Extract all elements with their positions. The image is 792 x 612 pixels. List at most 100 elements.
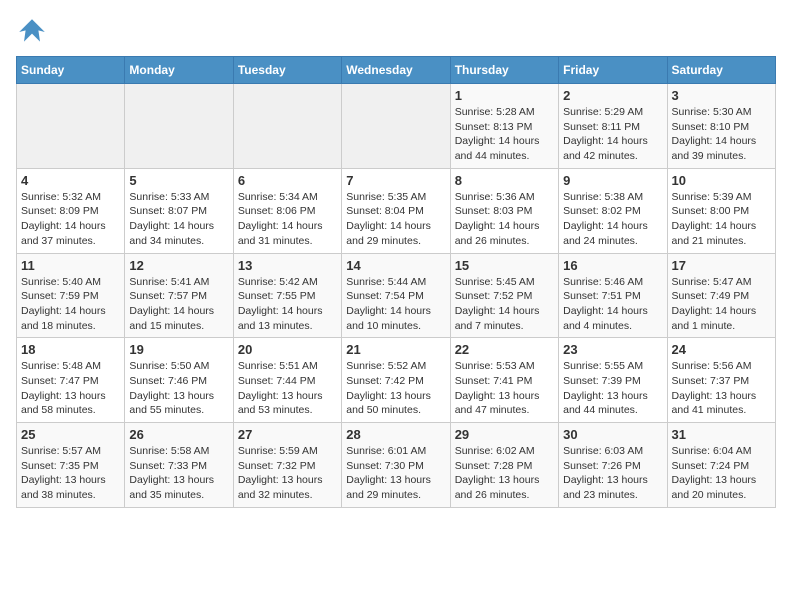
day-number: 30 [563, 427, 662, 442]
day-info: Sunrise: 5:59 AM Sunset: 7:32 PM Dayligh… [238, 444, 337, 503]
calendar-cell [125, 84, 233, 169]
day-info: Sunrise: 5:58 AM Sunset: 7:33 PM Dayligh… [129, 444, 228, 503]
calendar-cell: 9 Sunrise: 5:38 AM Sunset: 8:02 PM Daylig… [559, 168, 667, 253]
day-info: Sunrise: 6:03 AM Sunset: 7:26 PM Dayligh… [563, 444, 662, 503]
day-number: 11 [21, 258, 120, 273]
day-info: Sunrise: 5:51 AM Sunset: 7:44 PM Dayligh… [238, 359, 337, 418]
calendar-cell: 30 Sunrise: 6:03 AM Sunset: 7:26 PM Dayli… [559, 423, 667, 508]
calendar-cell: 26 Sunrise: 5:58 AM Sunset: 7:33 PM Dayli… [125, 423, 233, 508]
day-info: Sunrise: 5:38 AM Sunset: 8:02 PM Dayligh… [563, 190, 662, 249]
day-number: 18 [21, 342, 120, 357]
day-number: 31 [672, 427, 771, 442]
day-number: 13 [238, 258, 337, 273]
day-number: 12 [129, 258, 228, 273]
day-number: 28 [346, 427, 445, 442]
day-number: 27 [238, 427, 337, 442]
calendar: SundayMondayTuesdayWednesdayThursdayFrid… [16, 56, 776, 508]
calendar-cell: 2Sunrise: 5:29 AM Sunset: 8:11 PM Daylig… [559, 84, 667, 169]
calendar-cell: 22Sunrise: 5:53 AM Sunset: 7:41 PM Dayli… [450, 338, 558, 423]
calendar-cell: 3 Sunrise: 5:30 AM Sunset: 8:10 PM Daylig… [667, 84, 775, 169]
day-number: 7 [346, 173, 445, 188]
day-number: 20 [238, 342, 337, 357]
calendar-cell: 28 Sunrise: 6:01 AM Sunset: 7:30 PM Dayli… [342, 423, 450, 508]
day-number: 15 [455, 258, 554, 273]
day-number: 14 [346, 258, 445, 273]
calendar-cell: 25Sunrise: 5:57 AM Sunset: 7:35 PM Dayli… [17, 423, 125, 508]
day-info: Sunrise: 5:28 AM Sunset: 8:13 PM Dayligh… [455, 105, 554, 164]
day-info: Sunrise: 5:33 AM Sunset: 8:07 PM Dayligh… [129, 190, 228, 249]
weekday-header-thursday: Thursday [450, 57, 558, 84]
day-number: 19 [129, 342, 228, 357]
day-number: 1 [455, 88, 554, 103]
day-info: Sunrise: 5:36 AM Sunset: 8:03 PM Dayligh… [455, 190, 554, 249]
day-info: Sunrise: 5:39 AM Sunset: 8:00 PM Dayligh… [672, 190, 771, 249]
logo [16, 16, 52, 48]
calendar-cell: 5 Sunrise: 5:33 AM Sunset: 8:07 PM Daylig… [125, 168, 233, 253]
week-row-1: 1 Sunrise: 5:28 AM Sunset: 8:13 PM Daylig… [17, 84, 776, 169]
day-info: Sunrise: 6:01 AM Sunset: 7:30 PM Dayligh… [346, 444, 445, 503]
day-info: Sunrise: 5:50 AM Sunset: 7:46 PM Dayligh… [129, 359, 228, 418]
calendar-cell [17, 84, 125, 169]
day-number: 29 [455, 427, 554, 442]
day-info: Sunrise: 5:48 AM Sunset: 7:47 PM Dayligh… [21, 359, 120, 418]
day-info: Sunrise: 5:52 AM Sunset: 7:42 PM Dayligh… [346, 359, 445, 418]
calendar-cell: 1 Sunrise: 5:28 AM Sunset: 8:13 PM Daylig… [450, 84, 558, 169]
day-number: 23 [563, 342, 662, 357]
calendar-cell: 19 Sunrise: 5:50 AM Sunset: 7:46 PM Dayli… [125, 338, 233, 423]
day-info: Sunrise: 5:30 AM Sunset: 8:10 PM Dayligh… [672, 105, 771, 164]
day-info: Sunrise: 5:41 AM Sunset: 7:57 PM Dayligh… [129, 275, 228, 334]
header [16, 16, 776, 48]
calendar-cell [233, 84, 341, 169]
weekday-header-monday: Monday [125, 57, 233, 84]
day-number: 26 [129, 427, 228, 442]
week-row-5: 25Sunrise: 5:57 AM Sunset: 7:35 PM Dayli… [17, 423, 776, 508]
day-number: 16 [563, 258, 662, 273]
day-number: 5 [129, 173, 228, 188]
weekday-header-friday: Friday [559, 57, 667, 84]
day-number: 4 [21, 173, 120, 188]
calendar-cell: 16 Sunrise: 5:46 AM Sunset: 7:51 PM Dayli… [559, 253, 667, 338]
calendar-cell: 21 Sunrise: 5:52 AM Sunset: 7:42 PM Dayli… [342, 338, 450, 423]
calendar-cell: 6 Sunrise: 5:34 AM Sunset: 8:06 PM Daylig… [233, 168, 341, 253]
calendar-cell: 27 Sunrise: 5:59 AM Sunset: 7:32 PM Dayli… [233, 423, 341, 508]
day-number: 8 [455, 173, 554, 188]
calendar-cell: 17 Sunrise: 5:47 AM Sunset: 7:49 PM Dayli… [667, 253, 775, 338]
weekday-header-sunday: Sunday [17, 57, 125, 84]
day-info: Sunrise: 5:40 AM Sunset: 7:59 PM Dayligh… [21, 275, 120, 334]
weekday-header-wednesday: Wednesday [342, 57, 450, 84]
day-info: Sunrise: 5:29 AM Sunset: 8:11 PM Dayligh… [563, 105, 662, 164]
day-number: 21 [346, 342, 445, 357]
day-number: 24 [672, 342, 771, 357]
weekday-header-tuesday: Tuesday [233, 57, 341, 84]
day-info: Sunrise: 5:57 AM Sunset: 7:35 PM Dayligh… [21, 444, 120, 503]
day-info: Sunrise: 5:47 AM Sunset: 7:49 PM Dayligh… [672, 275, 771, 334]
calendar-cell: 20 Sunrise: 5:51 AM Sunset: 7:44 PM Dayli… [233, 338, 341, 423]
day-info: Sunrise: 6:04 AM Sunset: 7:24 PM Dayligh… [672, 444, 771, 503]
day-number: 6 [238, 173, 337, 188]
calendar-cell: 4Sunrise: 5:32 AM Sunset: 8:09 PM Daylig… [17, 168, 125, 253]
logo-icon [16, 16, 48, 48]
day-number: 22 [455, 342, 554, 357]
calendar-cell: 14 Sunrise: 5:44 AM Sunset: 7:54 PM Dayli… [342, 253, 450, 338]
calendar-cell: 18 Sunrise: 5:48 AM Sunset: 7:47 PM Dayli… [17, 338, 125, 423]
weekday-header-saturday: Saturday [667, 57, 775, 84]
day-number: 9 [563, 173, 662, 188]
day-number: 3 [672, 88, 771, 103]
calendar-cell: 29Sunrise: 6:02 AM Sunset: 7:28 PM Dayli… [450, 423, 558, 508]
day-number: 17 [672, 258, 771, 273]
day-info: Sunrise: 5:44 AM Sunset: 7:54 PM Dayligh… [346, 275, 445, 334]
calendar-cell: 7 Sunrise: 5:35 AM Sunset: 8:04 PM Daylig… [342, 168, 450, 253]
day-info: Sunrise: 5:46 AM Sunset: 7:51 PM Dayligh… [563, 275, 662, 334]
day-info: Sunrise: 5:35 AM Sunset: 8:04 PM Dayligh… [346, 190, 445, 249]
calendar-cell: 15 Sunrise: 5:45 AM Sunset: 7:52 PM Dayli… [450, 253, 558, 338]
day-info: Sunrise: 5:34 AM Sunset: 8:06 PM Dayligh… [238, 190, 337, 249]
calendar-cell: 11 Sunrise: 5:40 AM Sunset: 7:59 PM Dayli… [17, 253, 125, 338]
day-info: Sunrise: 5:45 AM Sunset: 7:52 PM Dayligh… [455, 275, 554, 334]
weekday-header-row: SundayMondayTuesdayWednesdayThursdayFrid… [17, 57, 776, 84]
day-info: Sunrise: 5:42 AM Sunset: 7:55 PM Dayligh… [238, 275, 337, 334]
day-info: Sunrise: 5:56 AM Sunset: 7:37 PM Dayligh… [672, 359, 771, 418]
calendar-cell: 24 Sunrise: 5:56 AM Sunset: 7:37 PM Dayli… [667, 338, 775, 423]
calendar-cell [342, 84, 450, 169]
calendar-cell: 13 Sunrise: 5:42 AM Sunset: 7:55 PM Dayli… [233, 253, 341, 338]
week-row-2: 4Sunrise: 5:32 AM Sunset: 8:09 PM Daylig… [17, 168, 776, 253]
